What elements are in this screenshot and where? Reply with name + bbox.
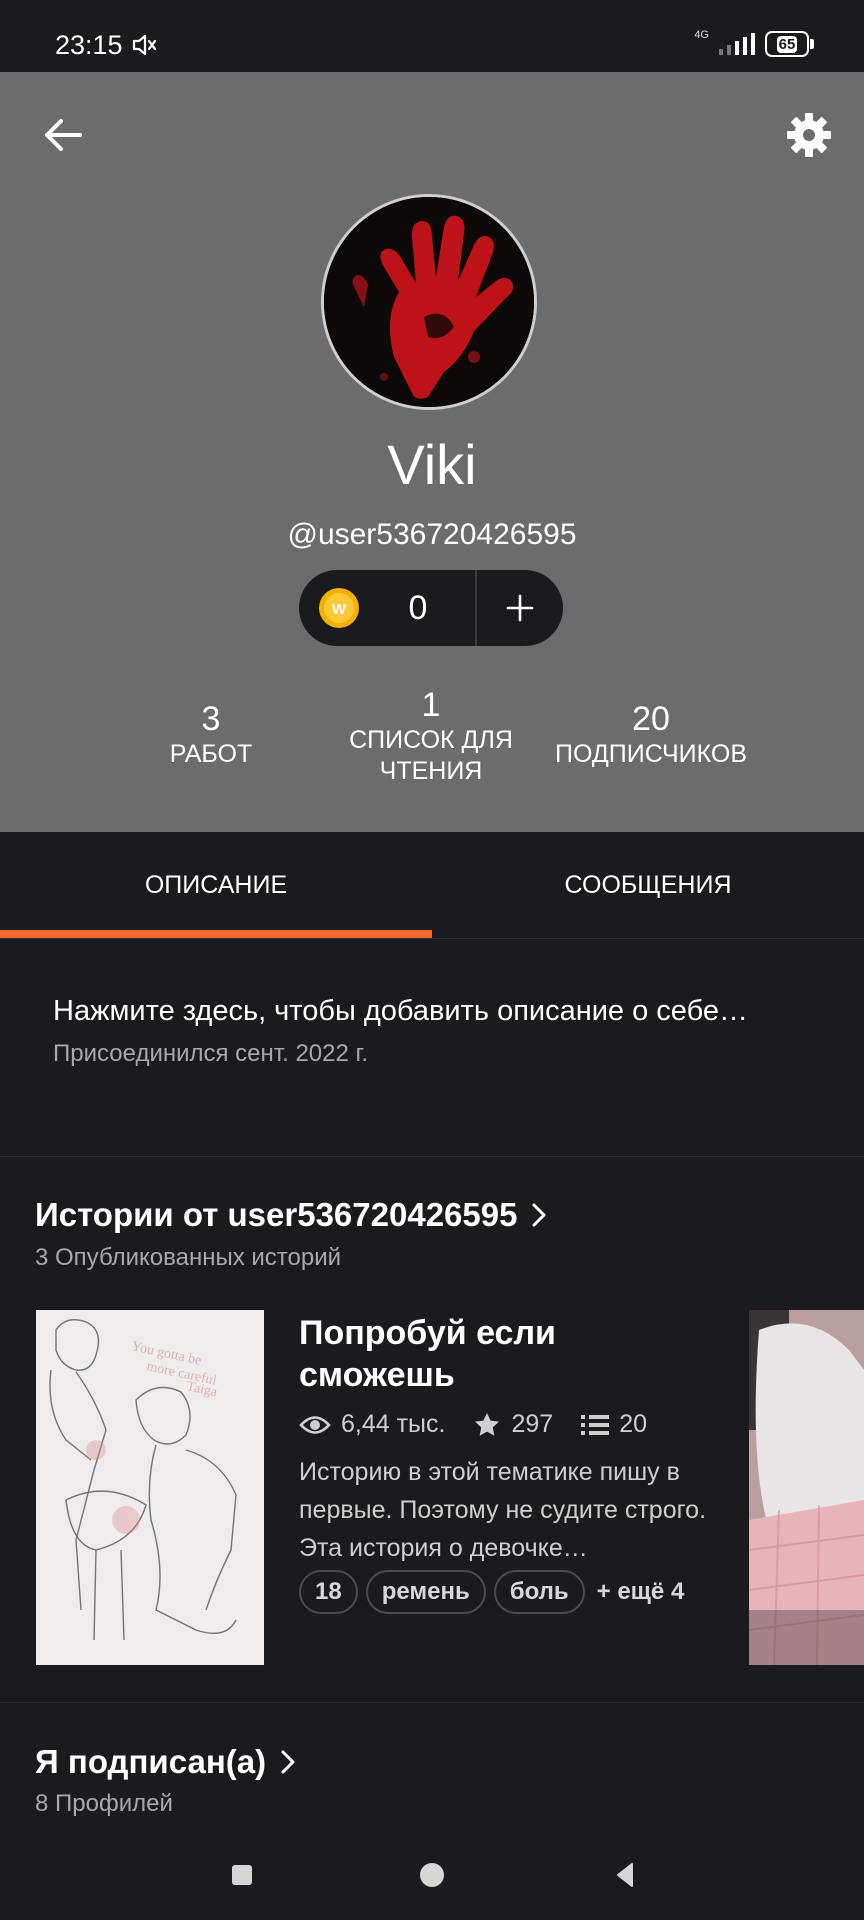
back-arrow-icon[interactable] bbox=[40, 112, 86, 158]
divider bbox=[0, 1702, 864, 1703]
list-icon bbox=[581, 1414, 610, 1435]
stat-reading-list[interactable]: 1 СПИСОК ДЛЯ ЧТЕНИЯ bbox=[331, 686, 531, 787]
mute-icon bbox=[132, 34, 157, 56]
story-tags: 18 ремень боль + ещё 4 bbox=[299, 1570, 684, 1614]
coin-balance: 0 bbox=[408, 588, 428, 627]
chevron-right-icon bbox=[532, 1203, 546, 1227]
status-bar: 23:15 4G 65 bbox=[0, 0, 864, 72]
coin-icon: W bbox=[319, 588, 359, 628]
profile-handle: @user536720426595 bbox=[287, 518, 577, 551]
battery-level: 65 bbox=[776, 35, 798, 53]
red-handprint-image bbox=[324, 197, 534, 407]
avatar[interactable] bbox=[321, 194, 537, 410]
recents-button[interactable] bbox=[217, 1850, 267, 1900]
tag-chip[interactable]: ремень bbox=[365, 1570, 486, 1614]
story-parts: 20 bbox=[581, 1410, 647, 1439]
tab-messages[interactable]: СООБЩЕНИЯ bbox=[432, 832, 864, 938]
stories-heading[interactable]: Истории от user536720426595 bbox=[35, 1196, 547, 1234]
stat-followers-label: ПОДПИСЧИКОВ bbox=[555, 740, 747, 768]
story-cover-sketch: You gotta be more careful Taiga bbox=[36, 1310, 264, 1665]
divider bbox=[0, 1156, 864, 1157]
tag-chip[interactable]: 18 bbox=[299, 1570, 358, 1614]
story-reads: 6,44 тыс. bbox=[299, 1410, 445, 1439]
following-title: Я подписан(а) bbox=[35, 1743, 267, 1780]
star-icon bbox=[475, 1412, 500, 1436]
next-story-cover[interactable] bbox=[749, 1310, 864, 1665]
stat-reading-list-label: СПИСОК ДЛЯ bbox=[349, 726, 513, 754]
tab-description[interactable]: ОПИСАНИЕ bbox=[0, 832, 432, 938]
status-time: 23:15 bbox=[55, 30, 123, 60]
story-parts-value: 20 bbox=[619, 1410, 647, 1438]
battery-icon: 65 bbox=[765, 31, 814, 57]
description-text: Нажмите здесь, чтобы добавить описание о… bbox=[53, 995, 749, 1027]
profile-description[interactable]: Нажмите здесь, чтобы добавить описание о… bbox=[53, 995, 833, 1068]
stat-followers[interactable]: 20 ПОДПИСЧИКОВ bbox=[541, 700, 761, 770]
home-button[interactable] bbox=[407, 1850, 457, 1900]
stat-reading-list-label-2: ЧТЕНИЯ bbox=[379, 757, 483, 785]
tag-chip[interactable]: боль bbox=[493, 1570, 585, 1614]
story-description: Историю в этой тематике пишу в первые. П… bbox=[299, 1458, 707, 1562]
story-votes: 297 bbox=[473, 1410, 553, 1439]
stat-works-value: 3 bbox=[201, 700, 221, 738]
status-right: 4G 65 bbox=[694, 28, 814, 60]
gear-icon[interactable] bbox=[784, 110, 834, 160]
back-button[interactable] bbox=[600, 1850, 650, 1900]
story-votes-value: 297 bbox=[511, 1410, 554, 1438]
network-type: 4G bbox=[694, 28, 709, 41]
stories-title: Истории от user536720426595 bbox=[35, 1196, 518, 1233]
plus-icon bbox=[506, 594, 534, 622]
following-count: 8 Профилей bbox=[35, 1790, 173, 1817]
stories-count: 3 Опубликованных историй bbox=[35, 1244, 342, 1271]
profile-header: Viki @user536720426595 W 0 3 РАБОТ 1 СПИ… bbox=[0, 72, 864, 832]
stat-works-label: РАБОТ bbox=[169, 740, 253, 768]
story-title[interactable]: Попробуй если сможешь bbox=[299, 1312, 719, 1396]
more-tags[interactable]: + ещё 4 bbox=[597, 1578, 685, 1606]
story-cover[interactable]: You gotta be more careful Taiga bbox=[36, 1310, 264, 1665]
following-heading[interactable]: Я подписан(а) bbox=[35, 1743, 296, 1781]
chevron-right-icon bbox=[281, 1750, 295, 1774]
signal-icon bbox=[719, 33, 755, 55]
profile-name: Viki bbox=[387, 433, 477, 496]
coins-pill[interactable]: W 0 bbox=[299, 570, 563, 646]
circle-icon bbox=[420, 1863, 444, 1887]
active-tab-indicator bbox=[0, 930, 432, 938]
add-coins-button[interactable] bbox=[477, 570, 563, 646]
story-stats: 6,44 тыс. 297 20 bbox=[299, 1410, 675, 1439]
square-icon bbox=[232, 1865, 252, 1885]
stat-reading-list-value: 1 bbox=[421, 686, 441, 724]
joined-date: Присоединился сент. 2022 г. bbox=[53, 1040, 368, 1067]
stat-works[interactable]: 3 РАБОТ bbox=[131, 700, 291, 770]
story-reads-value: 6,44 тыс. bbox=[341, 1410, 446, 1438]
next-story-cover-image bbox=[749, 1310, 864, 1665]
profile-tabs: ОПИСАНИЕ СООБЩЕНИЯ bbox=[0, 832, 864, 939]
stat-followers-value: 20 bbox=[632, 700, 670, 738]
eye-icon bbox=[299, 1415, 331, 1434]
system-nav-bar bbox=[0, 1830, 864, 1920]
svg-text:W: W bbox=[332, 601, 347, 618]
triangle-back-icon bbox=[617, 1863, 633, 1887]
